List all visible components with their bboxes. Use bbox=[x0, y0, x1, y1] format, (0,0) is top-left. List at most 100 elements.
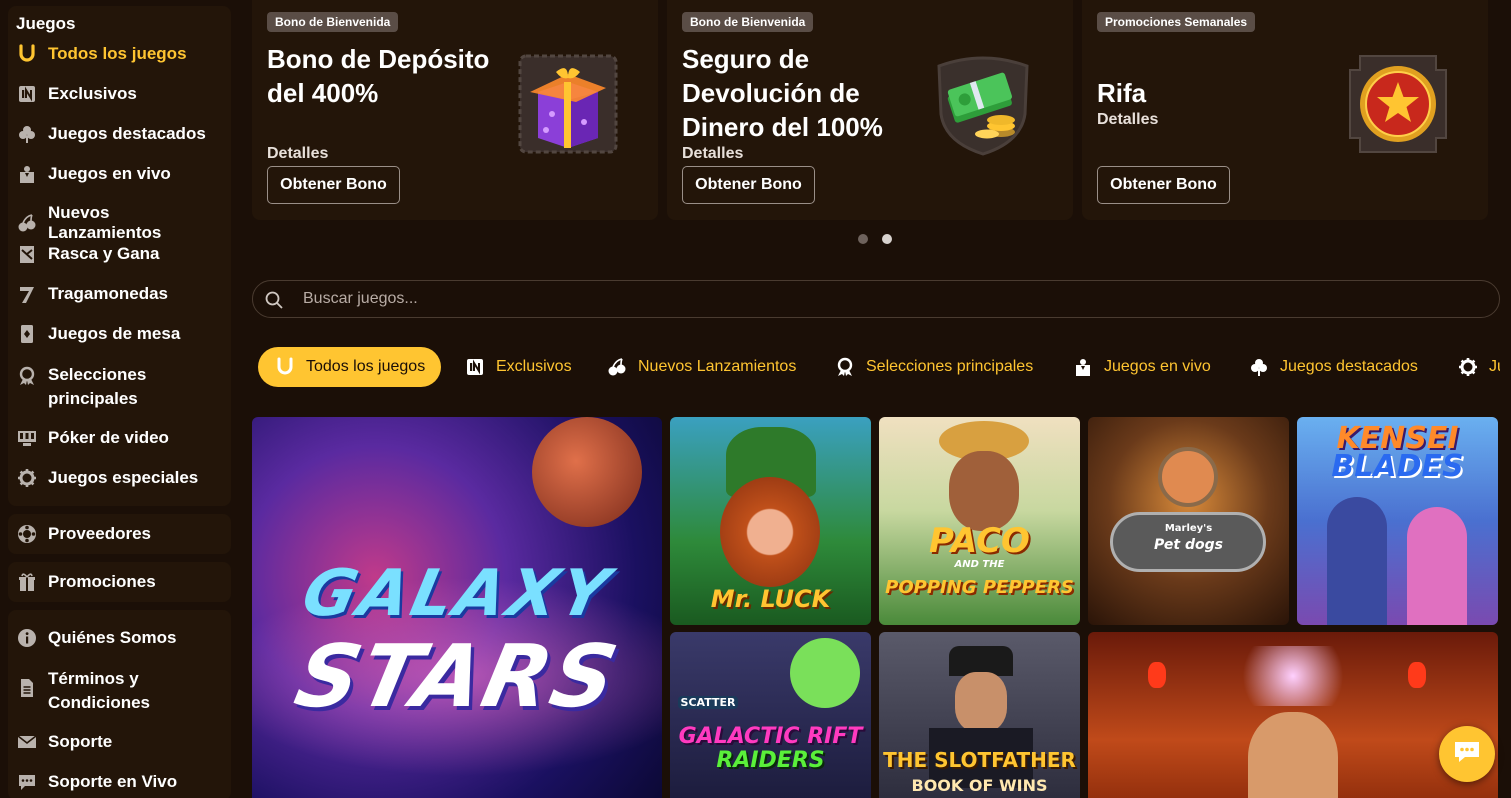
promo-card: Bono de Bienvenida Seguro de Devolución … bbox=[667, 0, 1073, 220]
sidebar-item-label: Todos los juegos bbox=[48, 44, 187, 63]
sidebar-item-specialty[interactable]: Juegos especiales bbox=[16, 467, 226, 489]
sidebar-item-exclusive[interactable]: Exclusivos bbox=[16, 83, 226, 105]
clover-icon bbox=[1248, 356, 1270, 378]
game-badge: SCATTER bbox=[678, 696, 738, 709]
sidebar-item-live[interactable]: Juegos en vivo bbox=[16, 163, 226, 185]
tab-label: Ju bbox=[1489, 358, 1500, 375]
carousel-dot-active[interactable] bbox=[882, 234, 892, 244]
sidebar-item-live-support[interactable]: Soporte en Vivo bbox=[16, 771, 226, 793]
sidebar-item-about[interactable]: Quiénes Somos bbox=[16, 627, 226, 649]
promo-badge: Bono de Bienvenida bbox=[267, 12, 399, 32]
sidebar-item-new[interactable]: Nuevos Lanzamientos bbox=[16, 203, 226, 243]
dealer-icon bbox=[16, 163, 38, 185]
sidebar-item-video-poker[interactable]: Póker de video bbox=[16, 427, 226, 449]
game-subtitle: AND THE bbox=[954, 559, 1005, 570]
game-title: BLADES bbox=[1331, 449, 1464, 484]
get-bonus-button[interactable]: Obtener Bono bbox=[1097, 166, 1230, 204]
gift-icon bbox=[16, 571, 38, 593]
promo-details-link[interactable]: Detalles bbox=[267, 145, 328, 163]
tab-label: Juegos en vivo bbox=[1104, 358, 1211, 375]
game-title: POPPING PEPPERS bbox=[885, 577, 1074, 598]
game-title: Mr. LUCK bbox=[710, 585, 831, 613]
playing-card-icon bbox=[16, 323, 38, 345]
cherries-icon bbox=[606, 356, 628, 378]
tab-top-picks[interactable]: Selecciones principales bbox=[834, 347, 1033, 387]
game-title: Pet dogs bbox=[1154, 537, 1223, 553]
game-tile-galaxy-stars[interactable]: GALAXY STARS bbox=[252, 417, 662, 798]
sidebar-title: Juegos bbox=[16, 14, 76, 33]
game-tile-paco[interactable]: PACO AND THE POPPING PEPPERS bbox=[879, 417, 1080, 625]
game-title: Marley's bbox=[1164, 523, 1213, 534]
game-title: STARS bbox=[287, 627, 627, 727]
sidebar-item-featured[interactable]: Juegos destacados bbox=[16, 123, 226, 145]
carousel-dot[interactable] bbox=[858, 234, 868, 244]
promo-title: Rifa bbox=[1097, 78, 1147, 108]
chip-icon bbox=[16, 523, 38, 545]
scratch-card-icon bbox=[16, 243, 38, 265]
game-title: GALAXY bbox=[296, 557, 618, 631]
tab-exclusive[interactable]: Exclusivos bbox=[464, 347, 572, 387]
sidebar-item-promotions[interactable]: Promociones bbox=[16, 571, 226, 593]
game-tile-marleys-pet-dogs[interactable]: Marley's Pet dogs bbox=[1088, 417, 1289, 625]
in-badge-icon bbox=[464, 356, 486, 378]
game-tile-galactic-rift-raiders[interactable]: SCATTER GALACTIC RIFT RAIDERS bbox=[670, 632, 871, 798]
game-title: BOOK OF WINS bbox=[911, 776, 1048, 795]
sidebar: Juegos Todos los juegos Exclusivos Juego… bbox=[0, 0, 240, 798]
sidebar-item-label: Selecciones principales bbox=[48, 365, 147, 408]
promo-card: Promociones Semanales Rifa Detalles Obte… bbox=[1082, 0, 1488, 220]
sidebar-item-label: Proveedores bbox=[48, 524, 151, 543]
get-bonus-button[interactable]: Obtener Bono bbox=[682, 166, 815, 204]
award-icon bbox=[834, 356, 856, 378]
clover-icon bbox=[16, 123, 38, 145]
in-badge-icon bbox=[16, 83, 38, 105]
sidebar-item-all-games[interactable]: Todos los juegos bbox=[16, 43, 226, 65]
tab-label: Selecciones principales bbox=[866, 358, 1034, 375]
document-icon bbox=[16, 677, 38, 699]
tab-label: Exclusivos bbox=[496, 358, 572, 375]
sidebar-item-label: Tragamonedas bbox=[48, 284, 168, 303]
game-tile-fortune-god[interactable] bbox=[1088, 632, 1498, 798]
sidebar-item-scratch[interactable]: Rasca y Gana bbox=[16, 243, 226, 265]
sidebar-item-top-picks[interactable]: Selecciones principales bbox=[16, 363, 226, 411]
sidebar-item-label: Nuevos Lanzamientos bbox=[48, 203, 162, 242]
tab-all-games[interactable]: Todos los juegos bbox=[258, 347, 442, 387]
sidebar-item-label: Juegos de mesa bbox=[48, 324, 181, 343]
sidebar-item-label: Quiénes Somos bbox=[48, 628, 177, 647]
sidebar-item-label: Soporte bbox=[48, 732, 113, 751]
tab-featured[interactable]: Juegos destacados bbox=[1248, 347, 1418, 387]
tab-live-games[interactable]: Juegos en vivo bbox=[1072, 347, 1211, 387]
sidebar-item-label: Términos y Condiciones bbox=[48, 669, 151, 712]
tab-label: Todos los juegos bbox=[306, 358, 426, 375]
sidebar-item-label: Juegos especiales bbox=[48, 468, 199, 487]
sidebar-item-label: Rasca y Gana bbox=[48, 244, 160, 263]
sidebar-item-table[interactable]: Juegos de mesa bbox=[16, 323, 226, 345]
search-input[interactable] bbox=[303, 281, 1453, 317]
game-tile-mr-luck[interactable]: Mr. LUCK bbox=[670, 417, 871, 625]
award-icon bbox=[16, 365, 38, 387]
carousel-dots bbox=[858, 234, 892, 244]
promo-details-link[interactable]: Detalles bbox=[1097, 111, 1158, 129]
tab-specialty[interactable]: Ju bbox=[1457, 347, 1500, 387]
tab-new-releases[interactable]: Nuevos Lanzamientos bbox=[606, 347, 796, 387]
gear-icon bbox=[16, 467, 38, 489]
sidebar-item-providers[interactable]: Proveedores bbox=[16, 523, 226, 545]
game-tile-kensei-blades[interactable]: KENSEI BLADES bbox=[1297, 417, 1498, 625]
live-chat-button[interactable] bbox=[1439, 726, 1495, 782]
sidebar-item-label: Soporte en Vivo bbox=[48, 772, 178, 791]
sidebar-item-slots[interactable]: Tragamonedas bbox=[16, 283, 226, 305]
gear-icon bbox=[1457, 356, 1479, 378]
seven-icon bbox=[16, 283, 38, 305]
chat-icon bbox=[16, 771, 38, 793]
search-icon bbox=[265, 291, 283, 309]
tab-label: Juegos destacados bbox=[1280, 358, 1418, 375]
game-title: PACO bbox=[929, 521, 1030, 561]
promo-details-link[interactable]: Detalles bbox=[682, 145, 743, 163]
sidebar-item-label: Exclusivos bbox=[48, 84, 137, 103]
promo-badge: Bono de Bienvenida bbox=[682, 12, 814, 32]
horseshoe-icon bbox=[16, 43, 38, 65]
get-bonus-button[interactable]: Obtener Bono bbox=[267, 166, 400, 204]
game-title: THE SLOTFATHER bbox=[883, 748, 1076, 772]
sidebar-item-terms[interactable]: Términos y Condiciones bbox=[16, 667, 226, 715]
game-tile-slotfather[interactable]: THE SLOTFATHER BOOK OF WINS bbox=[879, 632, 1080, 798]
sidebar-item-support[interactable]: Soporte bbox=[16, 731, 226, 753]
